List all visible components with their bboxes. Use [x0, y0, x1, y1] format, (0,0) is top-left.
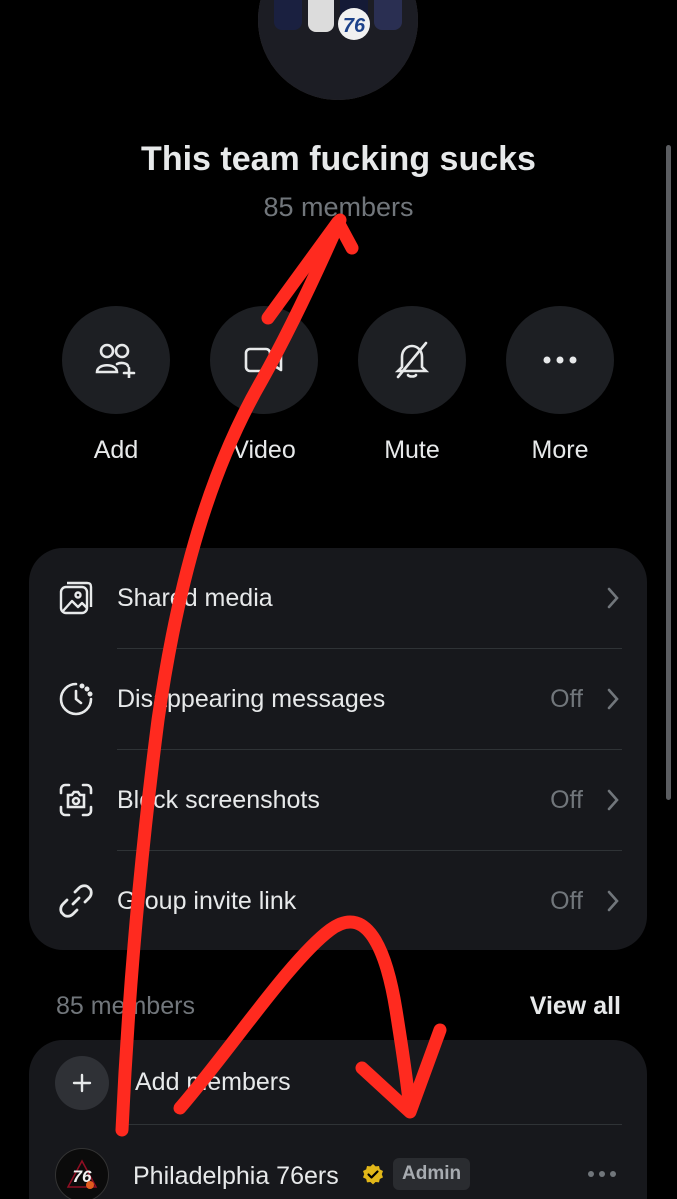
more-action-circle[interactable] [506, 306, 614, 414]
screenshot-icon [59, 783, 93, 817]
group-title: This team fucking sucks [141, 140, 536, 178]
chevron-right-icon [607, 789, 619, 811]
more-horizontal-icon [543, 356, 577, 364]
add-members-label[interactable]: Add members [135, 1068, 291, 1097]
bell-off-icon [394, 341, 430, 379]
media-icon [59, 581, 93, 615]
group-info-screen: 76 This team fucking sucks 85 members Ad… [0, 0, 677, 1199]
scrollbar[interactable] [666, 145, 671, 800]
members-card: Add members 76 Philadelphia 76ers Admin [29, 1040, 647, 1199]
divider [127, 1124, 622, 1125]
group-avatar[interactable]: 76 [258, 0, 418, 100]
mute-action-label: Mute [384, 436, 440, 464]
add-members-button[interactable] [55, 1056, 109, 1110]
group-invite-link-row[interactable]: Group invite link Off [29, 851, 647, 951]
add-action[interactable]: Add [62, 306, 170, 465]
mute-action[interactable]: Mute [358, 306, 466, 465]
shared-media-row[interactable]: Shared media [29, 548, 647, 648]
add-people-icon [95, 343, 136, 378]
more-action[interactable]: More [506, 306, 614, 465]
block-screenshots-value: Off [550, 785, 583, 814]
team-logo-icon: 76 [66, 1159, 98, 1189]
group-invite-link-label: Group invite link [117, 886, 297, 915]
more-horizontal-icon[interactable] [587, 1170, 617, 1178]
group-invite-link-value: Off [550, 886, 583, 915]
verified-badge-icon [363, 1164, 383, 1185]
chevron-right-icon [607, 688, 619, 710]
timer-icon [59, 682, 93, 716]
shared-media-label: Shared media [117, 583, 273, 612]
member-count[interactable]: 85 members [0, 192, 677, 223]
chevron-right-icon [607, 890, 619, 912]
video-action-circle[interactable] [210, 306, 318, 414]
avatar[interactable]: 76 [55, 1148, 109, 1199]
block-screenshots-row[interactable]: Block screenshots Off [29, 750, 647, 850]
member-name[interactable]: Philadelphia 76ers [133, 1162, 339, 1191]
admin-badge: Admin [393, 1158, 471, 1190]
mute-action-circle[interactable] [358, 306, 466, 414]
view-all-link[interactable]: View all [530, 992, 621, 1021]
link-icon [59, 884, 93, 918]
settings-card: Shared media Disappearing messages Off B… [29, 548, 647, 950]
svg-text:76: 76 [343, 15, 366, 37]
more-action-label: More [531, 436, 589, 464]
plus-icon [72, 1073, 92, 1093]
add-action-circle[interactable] [62, 306, 170, 414]
block-screenshots-label: Block screenshots [117, 785, 320, 814]
members-section-header: 85 members [56, 992, 195, 1020]
disappearing-messages-label: Disappearing messages [117, 684, 386, 713]
add-action-label: Add [93, 436, 139, 464]
disappearing-messages-row[interactable]: Disappearing messages Off [29, 649, 647, 749]
disappearing-messages-value: Off [550, 684, 583, 713]
video-action-label: Video [232, 436, 296, 464]
video-action[interactable]: Video [210, 306, 318, 465]
video-icon [244, 347, 283, 373]
chevron-right-icon [607, 587, 619, 609]
